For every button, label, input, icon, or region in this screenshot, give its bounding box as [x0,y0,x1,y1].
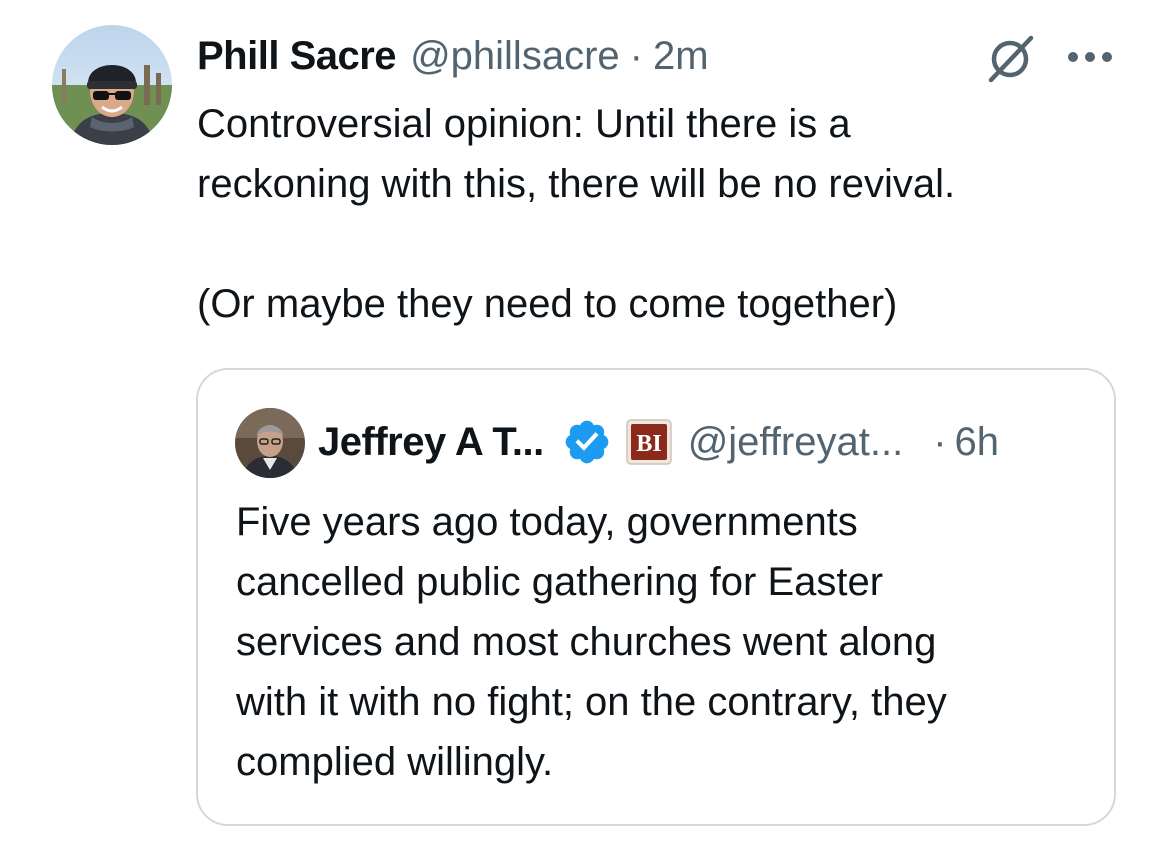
tweet-text-paragraph: (Or maybe they need to come together) [197,282,898,326]
tweet-text-paragraph: Controversial opinion: Until there is a … [197,102,956,206]
author-display-name[interactable]: Phill Sacre [197,30,397,82]
quoted-tweet-timestamp[interactable]: 6h [955,414,1000,470]
tweet-timestamp[interactable]: 2m [653,30,709,82]
tweet-text: Controversial opinion: Until there is a … [197,94,1127,334]
quoted-tweet-text: Five years ago today, governments cancel… [236,492,1096,792]
paragraph-spacer [197,214,1127,274]
verified-badge-icon [565,420,609,464]
quoted-author-display-name[interactable]: Jeffrey A T... [318,414,544,470]
quoted-header-separator: · [933,420,947,464]
author-handle[interactable]: @phillsacre [410,30,620,82]
profile-photo-avatar [235,408,305,478]
quoted-tweet-card[interactable]: Jeffrey A T... BI @jeffreyat... · 6h Fiv… [196,368,1116,826]
author-avatar[interactable] [52,25,172,145]
quoted-author-avatar[interactable] [235,408,305,478]
quoted-tweet-text-body: Five years ago today, governments cancel… [236,500,947,784]
header-separator: · [629,34,643,78]
tweet-header: Phill Sacre @phillsacre · 2m [197,30,709,82]
affiliate-badge-icon[interactable]: BI [625,419,672,465]
quoted-tweet-header: Jeffrey A T... BI @jeffreyat... · 6h [318,414,999,470]
profile-photo-avatar [52,25,172,145]
more-icon[interactable] [1066,50,1114,64]
quoted-author-handle[interactable]: @jeffreyat... [688,414,904,470]
affiliate-badge-text: BI [636,431,661,457]
tweet: Phill Sacre @phillsacre · 2m Controversi… [0,0,1170,842]
grok-icon[interactable] [983,32,1039,84]
